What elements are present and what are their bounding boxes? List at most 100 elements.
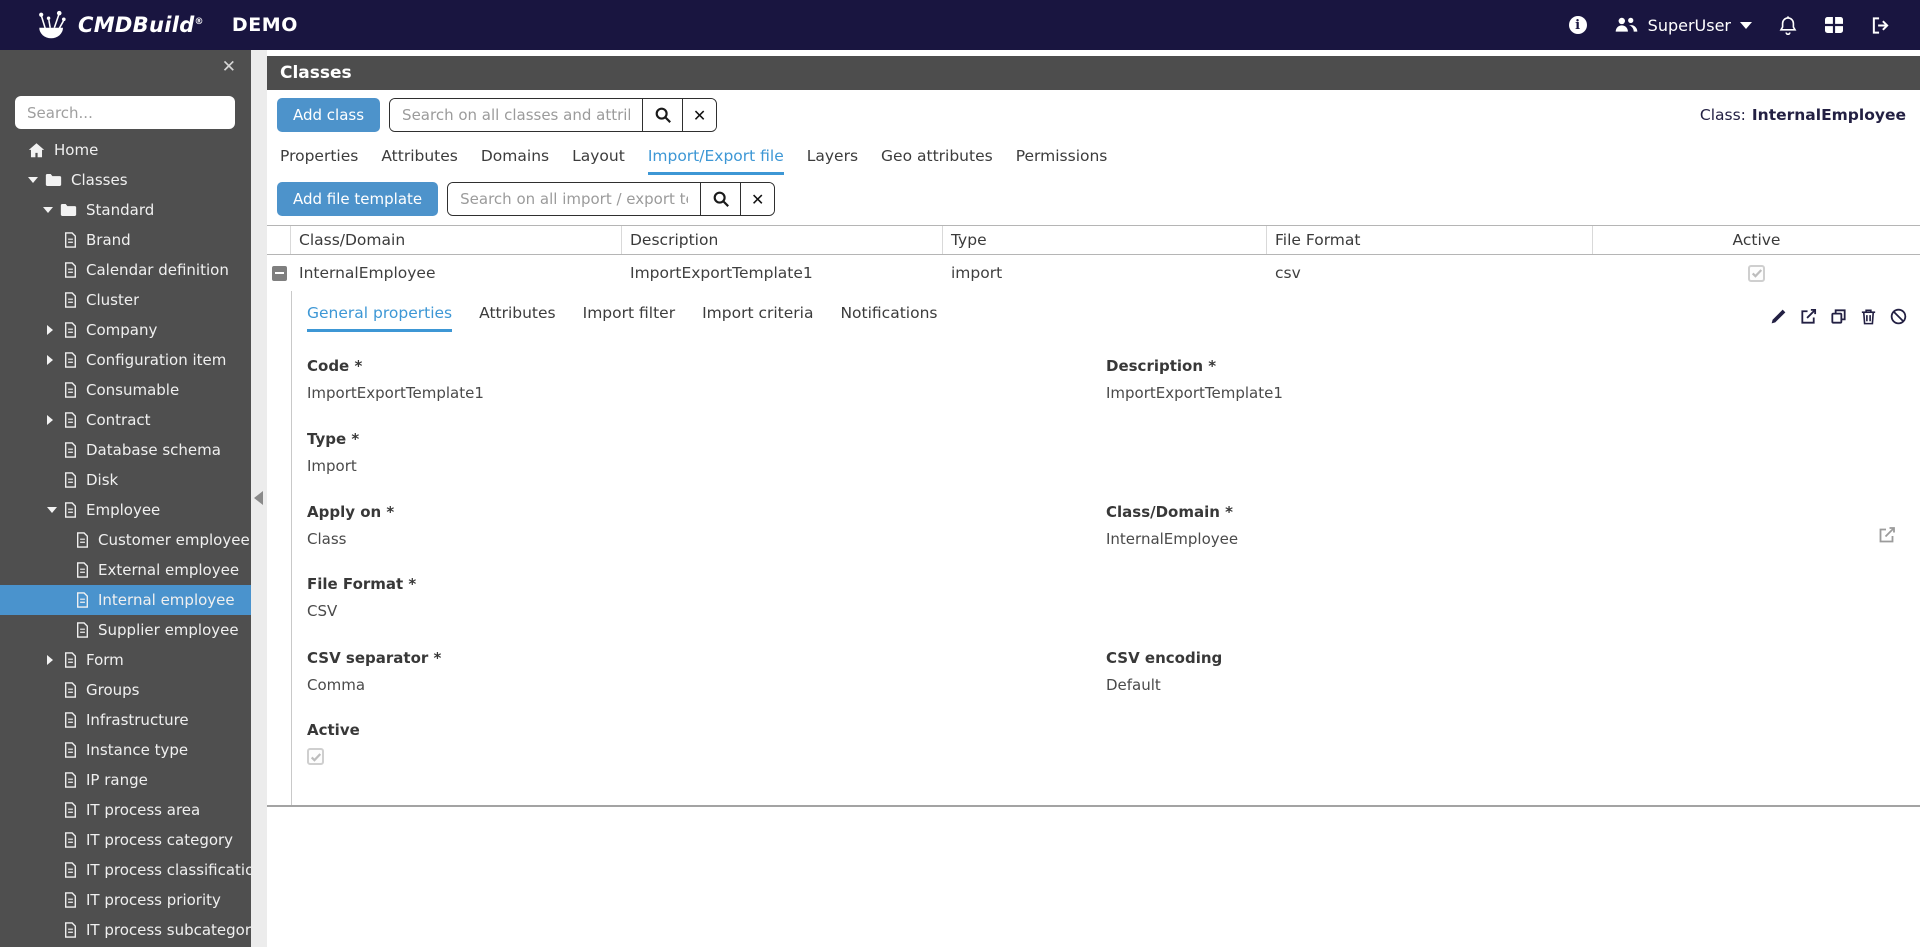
sidebar-item-supplier-employee[interactable]: Supplier employee: [0, 615, 251, 645]
trash-icon[interactable]: [1859, 307, 1878, 326]
collapse-left-icon[interactable]: [254, 491, 263, 505]
class-search-input[interactable]: [390, 99, 643, 131]
page-title: Classes: [280, 63, 352, 83]
column-header-active[interactable]: Active: [1593, 226, 1920, 254]
app-window: CMDBuild® DEMO i SuperUser ✕ Search... H…: [0, 0, 1920, 947]
sidebar-item-consumable[interactable]: Consumable: [0, 375, 251, 405]
edit-box-icon[interactable]: [1877, 525, 1897, 549]
edit-box-icon[interactable]: [1799, 307, 1818, 326]
class-tree: Home Classes Standard Brand Calendar definit…: [0, 135, 251, 947]
sidebar-item-label: Classes: [71, 171, 128, 189]
cmdbuild-logo-icon: [36, 10, 69, 41]
template-search-input[interactable]: [448, 183, 701, 215]
field-value: CSV: [307, 602, 338, 620]
page-title-bar: Classes: [267, 56, 1920, 90]
clear-icon[interactable]: ✕: [682, 99, 717, 131]
tab-layout[interactable]: Layout: [572, 147, 625, 175]
tab-layers[interactable]: Layers: [807, 147, 858, 175]
pencil-icon[interactable]: [1769, 307, 1788, 326]
caret-down-icon: [1740, 21, 1752, 29]
sidebar-item-employee[interactable]: Employee: [0, 495, 251, 525]
ban-icon[interactable]: [1889, 307, 1908, 326]
tab-domains[interactable]: Domains: [481, 147, 549, 175]
detail-tab-attributes[interactable]: Attributes: [479, 304, 556, 332]
column-header-type[interactable]: Type: [943, 226, 1267, 254]
caret-right-icon[interactable]: [47, 355, 64, 365]
template-table-row[interactable]: InternalEmployee ImportExportTemplate1 i…: [267, 255, 1920, 291]
column-header-description[interactable]: Description: [622, 226, 943, 254]
file-icon: [64, 832, 77, 848]
tab-properties[interactable]: Properties: [280, 147, 358, 175]
sidebar-item-label: Customer employee: [98, 531, 250, 549]
file-icon: [64, 682, 77, 698]
sidebar-item-label: Database schema: [86, 441, 221, 459]
cell-class-domain: InternalEmployee: [299, 264, 436, 282]
info-icon[interactable]: i: [1568, 16, 1587, 34]
tab-permissions[interactable]: Permissions: [1016, 147, 1108, 175]
detail-tab-import-filter[interactable]: Import filter: [583, 304, 675, 332]
sidebar-item-internal-employee[interactable]: Internal employee: [0, 585, 251, 615]
copy-icon[interactable]: [1829, 307, 1848, 326]
tab-attributes[interactable]: Attributes: [381, 147, 458, 175]
sidebar-item-cluster[interactable]: Cluster: [0, 285, 251, 315]
sidebar-item-infrastructure[interactable]: Infrastructure: [0, 705, 251, 735]
logout-icon[interactable]: [1871, 16, 1890, 35]
user-menu[interactable]: SuperUser: [1614, 16, 1752, 35]
sidebar-item-classes[interactable]: Classes: [0, 165, 251, 195]
sidebar-item-it-process-subcategory[interactable]: IT process subcategory: [0, 915, 251, 945]
sidebar-item-label: External employee: [98, 561, 240, 579]
file-icon: [64, 862, 77, 878]
detail-tab-general-properties[interactable]: General properties: [307, 304, 453, 332]
caret-right-icon[interactable]: [47, 415, 64, 425]
home-icon: [28, 142, 45, 159]
sidebar-item-it-process-classification[interactable]: IT process classification: [0, 855, 251, 885]
app-grid-icon[interactable]: [1824, 16, 1844, 34]
sidebar-item-label: Employee: [86, 501, 161, 519]
sidebar-search-input[interactable]: [15, 96, 235, 129]
file-icon: [64, 232, 77, 248]
caret-down-icon[interactable]: [28, 177, 45, 183]
tab-geo-attributes[interactable]: Geo attributes: [881, 147, 993, 175]
sidebar-item-calendar-definition[interactable]: Calendar definition: [0, 255, 251, 285]
sidebar-item-it-process-area[interactable]: IT process area: [0, 795, 251, 825]
sidebar-item-instance-type[interactable]: Instance type: [0, 735, 251, 765]
column-header-file-format[interactable]: File Format: [1267, 226, 1593, 254]
field-label: Apply on *: [307, 503, 395, 521]
column-header-class-domain[interactable]: Class/Domain: [291, 226, 622, 254]
search-icon[interactable]: [700, 183, 741, 215]
caret-right-icon[interactable]: [47, 655, 64, 665]
sidebar-item-home[interactable]: Home: [0, 135, 251, 165]
caret-down-icon[interactable]: [43, 207, 60, 213]
sidebar-splitter[interactable]: [251, 50, 267, 947]
sidebar-item-form[interactable]: Form: [0, 645, 251, 675]
sidebar-item-contract[interactable]: Contract: [0, 405, 251, 435]
template-search-box: ✕: [447, 182, 776, 216]
add-file-template-button[interactable]: Add file template: [277, 182, 439, 216]
sidebar-item-brand[interactable]: Brand: [0, 225, 251, 255]
detail-tab-notifications[interactable]: Notifications: [840, 304, 937, 332]
caret-right-icon[interactable]: [47, 325, 64, 335]
add-class-button[interactable]: Add class: [277, 98, 381, 132]
sidebar-item-groups[interactable]: Groups: [0, 675, 251, 705]
sidebar-item-it-process-priority[interactable]: IT process priority: [0, 885, 251, 915]
sidebar-item-ip-range[interactable]: IP range: [0, 765, 251, 795]
sidebar-item-company[interactable]: Company: [0, 315, 251, 345]
detail-tab-import-criteria[interactable]: Import criteria: [702, 304, 813, 332]
close-icon[interactable]: ✕: [222, 59, 236, 76]
bell-icon[interactable]: [1779, 15, 1797, 35]
sidebar-item-label: IT process subcategory: [86, 921, 251, 939]
sidebar-item-configuration-item[interactable]: Configuration item: [0, 345, 251, 375]
clear-icon[interactable]: ✕: [740, 183, 775, 215]
sidebar-item-it-process-category[interactable]: IT process category: [0, 825, 251, 855]
tab-import-export-file[interactable]: Import/Export file: [647, 147, 784, 175]
search-icon[interactable]: [642, 99, 683, 131]
sidebar-item-disk[interactable]: Disk: [0, 465, 251, 495]
file-icon: [64, 352, 77, 368]
sidebar-item-label: IP range: [86, 771, 148, 789]
sidebar-item-external-employee[interactable]: External employee: [0, 555, 251, 585]
sidebar-item-database-schema[interactable]: Database schema: [0, 435, 251, 465]
sidebar-item-customer-employee[interactable]: Customer employee: [0, 525, 251, 555]
sidebar-item-standard[interactable]: Standard: [0, 195, 251, 225]
collapse-row-icon[interactable]: [271, 265, 287, 281]
caret-down-icon[interactable]: [47, 507, 64, 513]
